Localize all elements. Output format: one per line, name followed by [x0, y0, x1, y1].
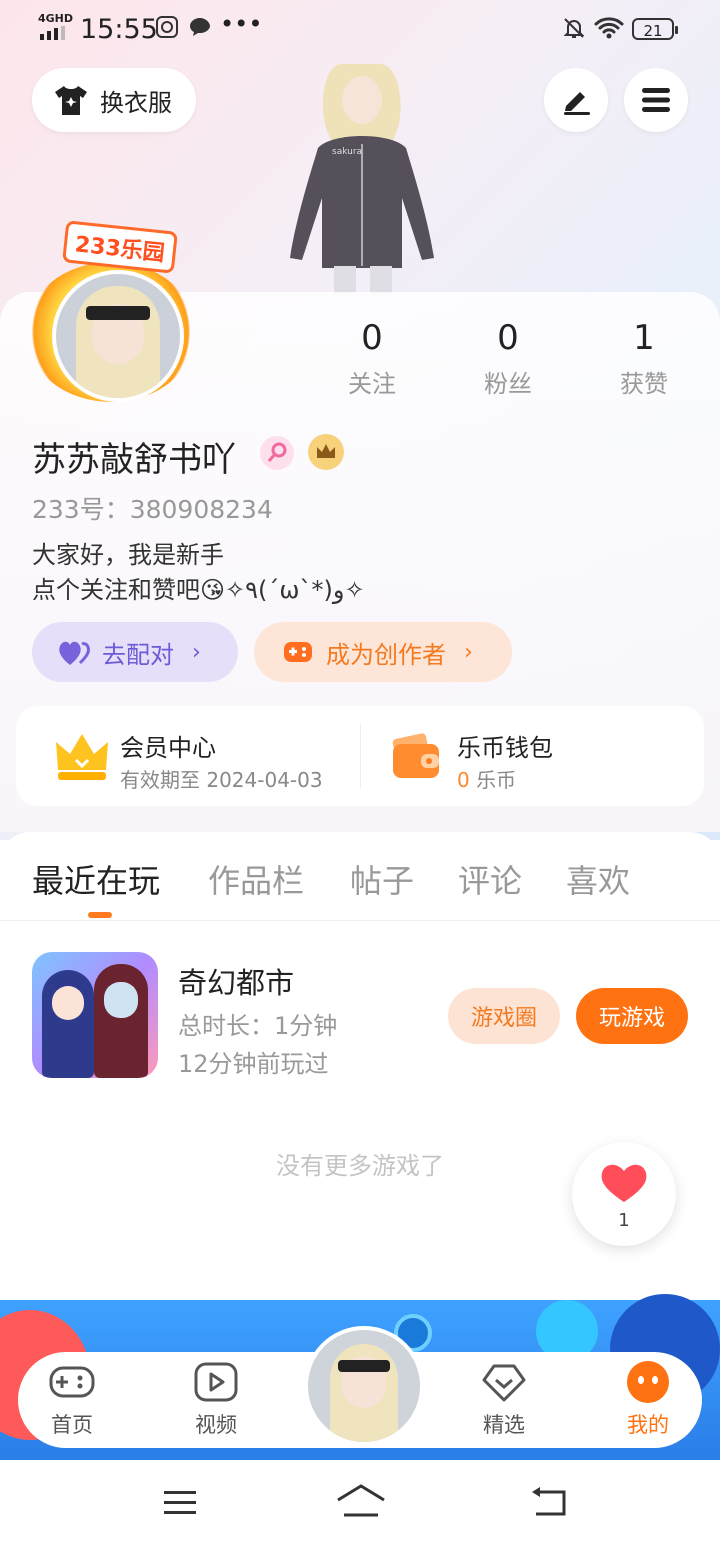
crown-icon — [56, 734, 108, 780]
member-expiry: 有效期至 2024-04-03 — [120, 768, 323, 792]
profile-face-icon — [627, 1361, 669, 1403]
profile-avatar[interactable]: 233乐园 — [20, 220, 204, 406]
pen-icon — [564, 92, 590, 115]
video-play-icon — [194, 1362, 238, 1402]
become-creator-button[interactable]: 成为创作者 › — [254, 622, 512, 682]
avatar-image — [52, 270, 184, 402]
followers-count[interactable]: 0 — [458, 318, 558, 358]
user-id: 233号：380908234 — [32, 495, 273, 524]
wallet-icon — [392, 733, 439, 778]
system-navigation-bar — [0, 1460, 720, 1544]
member-center-entry[interactable]: 会员中心 有效期至 2024-04-03 — [16, 706, 360, 806]
likes-label[interactable]: 获赞 — [594, 364, 694, 399]
gamepad-icon — [284, 642, 312, 662]
bio-line-1: 大家好，我是新手 — [32, 541, 224, 569]
chevron-right-icon: › — [192, 639, 201, 665]
back-icon[interactable] — [530, 1486, 570, 1518]
like-count: 1 — [618, 1210, 630, 1231]
coin-value: 0 — [457, 768, 470, 792]
following-count[interactable]: 0 — [322, 318, 422, 358]
nav-featured-label: 精选 — [483, 1413, 525, 1437]
double-heart-icon — [59, 641, 90, 665]
battery-indicator: 21 — [632, 18, 678, 40]
match-button[interactable]: 去配对 › — [32, 622, 238, 682]
membership-wallet-card: 会员中心 有效期至 2024-04-03 乐币钱包 0 乐币 — [16, 706, 704, 806]
signal-icon — [40, 26, 65, 40]
profile-bio: 大家好，我是新手 点个关注和赞吧😘✧٩(ˊωˋ*)و✧ — [32, 538, 365, 608]
member-center-title: 会员中心 — [120, 734, 216, 762]
app-notification-icon — [156, 16, 178, 38]
avatar-character-figure[interactable]: sakura — [282, 58, 442, 294]
bio-line-2: 点个关注和赞吧😘✧٩(ˊωˋ*)و✧ — [32, 576, 365, 604]
nav-featured[interactable]: 精选 — [454, 1360, 554, 1439]
tab-posts[interactable]: 帖子 — [350, 856, 414, 902]
game-last-played: 12分钟前玩过 — [178, 1050, 329, 1078]
game-thumbnail[interactable] — [32, 952, 158, 1078]
change-outfit-label: 换衣服 — [100, 88, 172, 117]
message-icon — [190, 18, 210, 36]
heart-diamond-icon — [482, 1364, 526, 1402]
nav-home-label: 首页 — [51, 1413, 93, 1437]
tshirt-icon — [55, 86, 87, 115]
status-time: 15:55 — [80, 14, 158, 45]
crown-badge-icon — [308, 434, 344, 470]
game-title[interactable]: 奇幻都市 — [178, 960, 294, 1002]
match-label: 去配对 — [102, 640, 174, 669]
nav-avatar-center[interactable] — [304, 1326, 424, 1446]
recent-apps-icon[interactable] — [162, 1488, 198, 1518]
tab-comments[interactable]: 评论 — [458, 856, 522, 902]
tab-recently-played[interactable]: 最近在玩 — [32, 856, 160, 902]
nav-mine[interactable]: 我的 — [598, 1360, 698, 1439]
bottom-navigation: 首页 视频 精选 我的 — [18, 1326, 702, 1448]
play-game-button[interactable]: 玩游戏 — [576, 988, 688, 1044]
tab-works[interactable]: 作品栏 — [208, 856, 304, 902]
chevron-right-icon: › — [464, 639, 473, 665]
heart-icon — [601, 1164, 647, 1202]
network-type: 4GHD — [38, 12, 74, 25]
following-label[interactable]: 关注 — [322, 364, 422, 399]
nav-video-label: 视频 — [195, 1413, 237, 1437]
nav-home[interactable]: 首页 — [22, 1360, 122, 1439]
nav-video[interactable]: 视频 — [166, 1360, 266, 1439]
profile-tabs: 最近在玩 作品栏 帖子 评论 喜欢 — [0, 832, 720, 921]
become-creator-label: 成为创作者 — [326, 640, 446, 669]
coin-wallet-entry[interactable]: 乐币钱包 0 乐币 — [361, 706, 704, 806]
wallet-title: 乐币钱包 — [457, 734, 553, 762]
menu-button[interactable] — [624, 68, 688, 132]
profile-name: 苏苏敲舒书吖 — [32, 440, 236, 480]
coin-unit: 乐币 — [476, 768, 517, 792]
home-icon[interactable] — [336, 1484, 386, 1518]
likes-count[interactable]: 1 — [594, 318, 694, 358]
coin-balance: 0 乐币 — [457, 764, 516, 793]
svg-text:sakura: sakura — [332, 147, 362, 157]
nav-mine-label: 我的 — [627, 1413, 669, 1437]
gamepad-outline-icon — [49, 1366, 95, 1398]
mute-bell-icon — [563, 18, 585, 38]
menu-icon — [642, 88, 670, 112]
wifi-icon — [594, 17, 624, 39]
game-duration: 总时长：1分钟 — [178, 1012, 338, 1040]
active-tab-indicator — [88, 912, 112, 918]
tab-likes[interactable]: 喜欢 — [566, 856, 630, 902]
gender-female-icon — [260, 436, 294, 470]
change-outfit-button[interactable]: 换衣服 — [32, 68, 196, 132]
floating-like-button[interactable]: 1 — [572, 1142, 676, 1246]
status-bar: 4GHD 15:55 ••• 21 — [0, 0, 720, 58]
edit-profile-button[interactable] — [544, 68, 608, 132]
game-circle-button[interactable]: 游戏圈 — [448, 988, 560, 1044]
more-notifications-icon: ••• — [220, 10, 263, 38]
followers-label[interactable]: 粉丝 — [458, 364, 558, 399]
